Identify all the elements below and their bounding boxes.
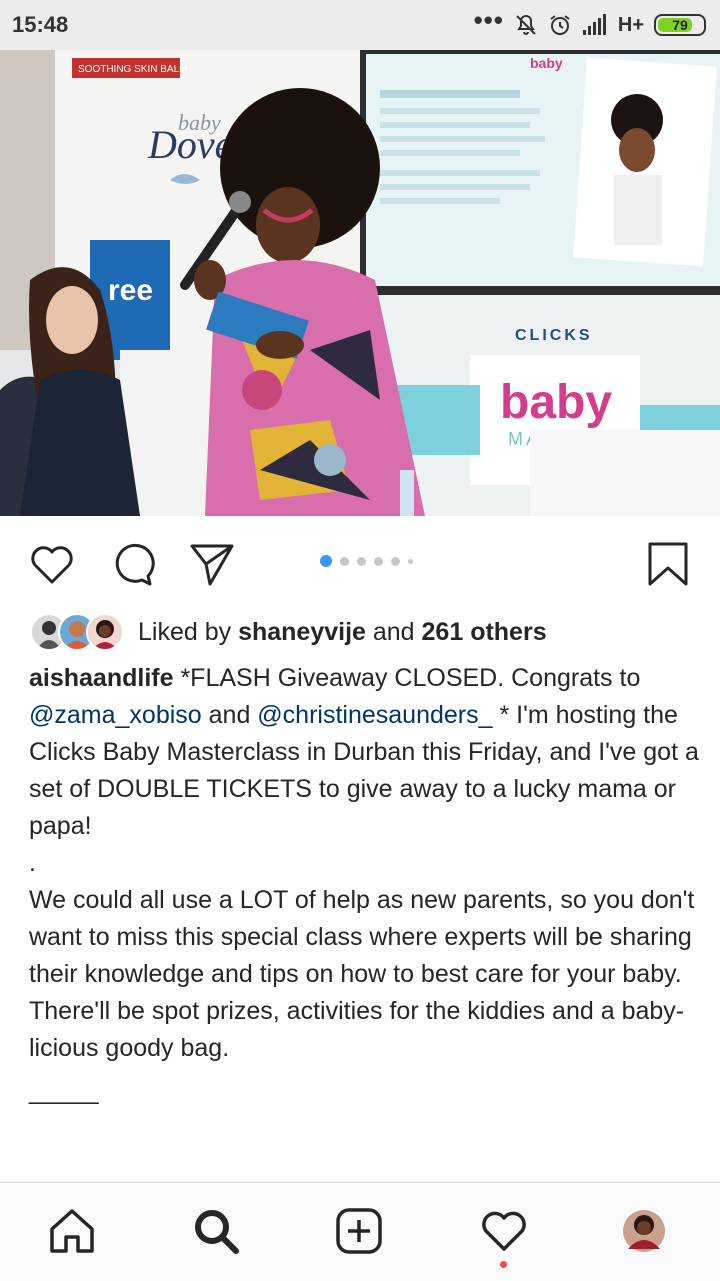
likes-others-link[interactable]: 261 others [422, 618, 547, 646]
carousel-dot [391, 556, 400, 566]
carousel-dot [320, 555, 332, 567]
activity-notification-dot [500, 1261, 507, 1268]
bell-muted-icon [516, 14, 536, 35]
post-photo[interactable]: SOOTHING SKIN BALM baby Dove ree baby CL… [0, 50, 720, 516]
baby-logo-text: baby [500, 376, 612, 429]
bookmark-icon[interactable] [644, 540, 692, 588]
caption-username[interactable]: aishaandlife [29, 664, 174, 692]
more-notifications-icon: ••• [473, 5, 504, 35]
status-bar: 15:48 ••• H+ 79 [0, 0, 720, 50]
carousel-indicator [320, 555, 413, 567]
home-icon[interactable] [46, 1205, 98, 1257]
signal-icon [582, 14, 606, 35]
send-icon[interactable] [188, 540, 236, 588]
caption-paragraph: We could all use a LOT of help as new pa… [29, 886, 695, 1062]
carousel-dot [357, 556, 366, 566]
likes-summary: Liked by shaneyvije and 261 others [138, 618, 547, 647]
network-type: H+ [617, 13, 644, 36]
dove-logo-text: Dove [147, 122, 232, 167]
heart-icon[interactable] [28, 540, 76, 588]
caption-separator: _____ [29, 1077, 99, 1105]
carousel-dot [340, 556, 349, 566]
carousel-dot [408, 558, 413, 564]
clicks-logo-text: CLICKS [515, 327, 593, 344]
banner-sign-text: SOOTHING SKIN BALM [78, 64, 187, 75]
profile-avatar[interactable] [622, 1209, 666, 1253]
caption-text: and [201, 701, 258, 729]
caption-text: *FLASH Giveaway CLOSED. Congrats to [173, 664, 641, 692]
search-icon[interactable] [190, 1205, 242, 1257]
bottom-nav [0, 1182, 720, 1281]
comment-icon[interactable] [108, 540, 156, 588]
post-caption: aishaandlife *FLASH Giveaway CLOSED. Con… [29, 660, 699, 1110]
status-time: 15:48 [12, 12, 69, 37]
battery-icon: 79 [654, 14, 706, 36]
likes-middle: and [365, 617, 422, 646]
likes-user-link[interactable]: shaneyvije [238, 618, 366, 646]
activity-icon[interactable] [478, 1205, 530, 1257]
battery-level: 79 [672, 17, 688, 33]
likes-row[interactable]: Liked by shaneyvije and 261 others [30, 612, 547, 652]
post-photo-scene: SOOTHING SKIN BALM baby Dove ree baby CL… [0, 50, 720, 516]
caption-mention[interactable]: @zama_xobiso [29, 701, 202, 729]
caption-mention[interactable]: @christinesaunders_ [257, 701, 492, 729]
alarm-icon [550, 15, 570, 35]
liker-avatar [86, 613, 124, 651]
status-icons: ••• H+ 79 [474, 7, 706, 37]
free-panel-text: ree [108, 274, 153, 307]
new-post-icon[interactable] [333, 1205, 385, 1257]
screen-logo-text: baby [530, 55, 563, 71]
carousel-dot [374, 556, 383, 566]
likes-prefix: Liked by [138, 617, 239, 646]
caption-dot: . [29, 849, 36, 877]
